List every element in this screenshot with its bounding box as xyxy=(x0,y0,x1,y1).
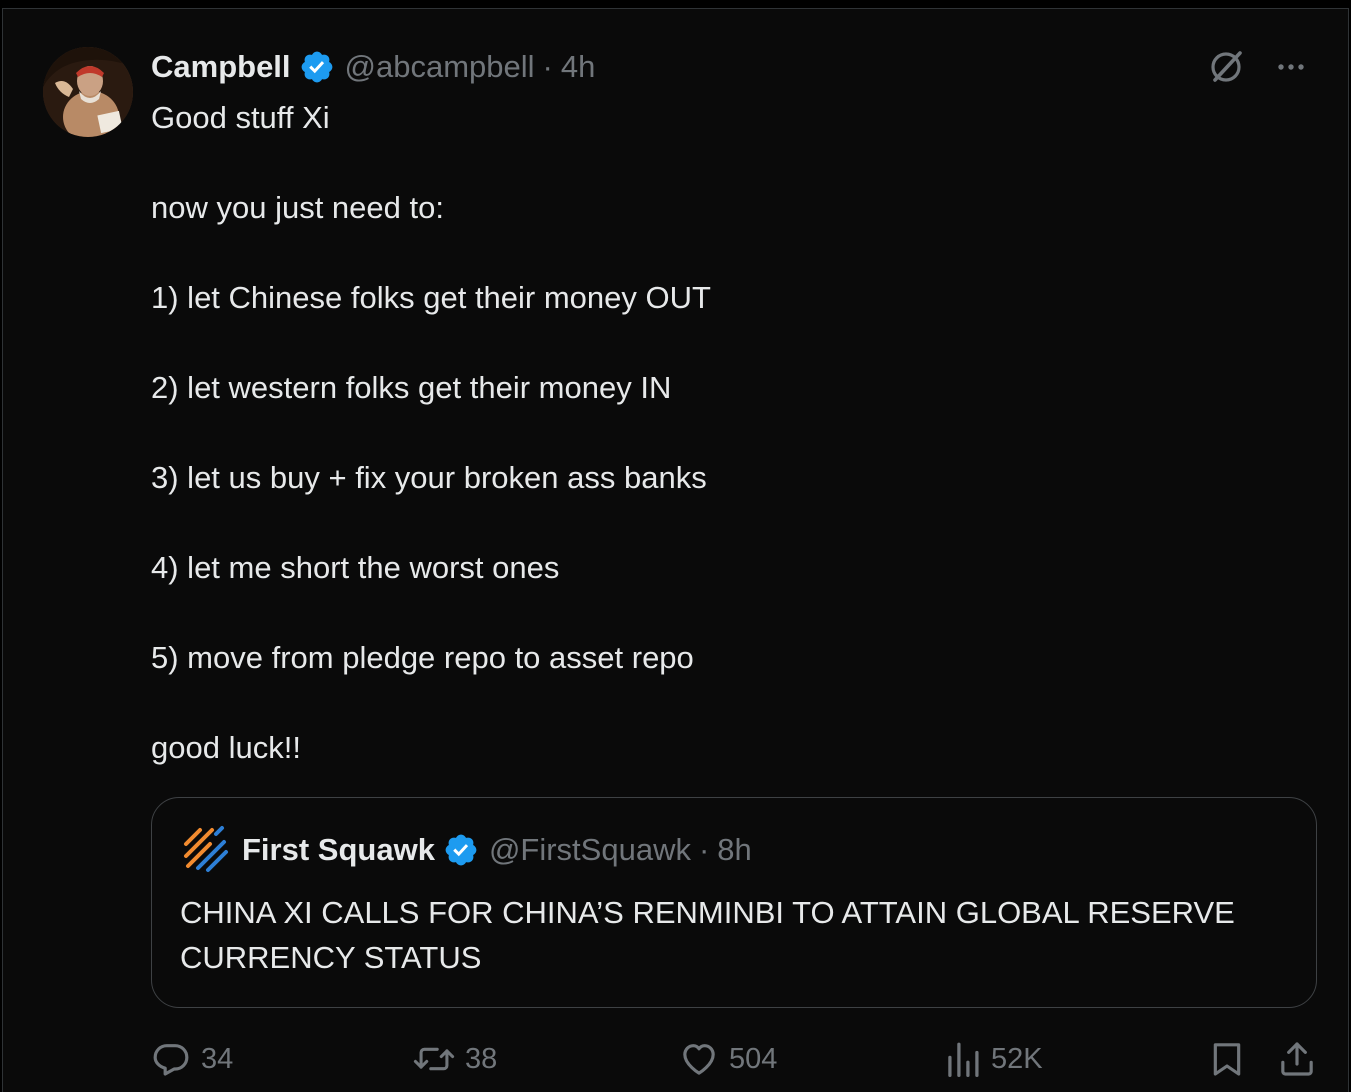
tweet-line: 1) let Chinese folks get their money OUT xyxy=(151,280,711,315)
tweet-header: Campbell @abcampbell · 4h xyxy=(151,47,595,87)
like-button[interactable]: 504 xyxy=(679,1035,777,1083)
tweet-line: now you just need to: xyxy=(151,190,444,225)
quoted-author-name[interactable]: First Squawk xyxy=(242,832,435,868)
reply-button[interactable]: 34 xyxy=(151,1035,233,1083)
separator-dot: · xyxy=(542,49,553,84)
tweet-line: 5) move from pledge repo to asset repo xyxy=(151,640,694,675)
views-button[interactable]: 52K xyxy=(945,1035,1043,1083)
action-bar: 34 38 504 52K xyxy=(151,1035,1317,1083)
tweet-line: 2) let western folks get their money IN xyxy=(151,370,672,405)
tweet-line: good luck!! xyxy=(151,730,301,765)
repost-count: 38 xyxy=(465,1042,498,1075)
views-icon xyxy=(948,1042,979,1077)
share-button[interactable] xyxy=(1277,1035,1317,1083)
avatar-image xyxy=(43,47,133,137)
tweet-text: Good stuff Xi now you just need to: 1) l… xyxy=(151,95,1301,770)
reply-icon xyxy=(153,1044,189,1076)
bookmark-button[interactable] xyxy=(1207,1035,1247,1083)
quoted-author-handle[interactable]: @FirstSquawk xyxy=(489,832,691,868)
repost-button[interactable]: 38 xyxy=(413,1035,497,1083)
verified-badge-icon xyxy=(445,834,477,866)
separator-dot: · xyxy=(698,832,710,867)
like-icon xyxy=(683,1044,715,1075)
tweet-line: 3) let us buy + fix your broken ass bank… xyxy=(151,460,707,495)
views-count: 52K xyxy=(991,1042,1043,1075)
repost-icon xyxy=(413,1047,455,1071)
quoted-tweet-text: CHINA XI CALLS FOR CHINA’S RENMINBI TO A… xyxy=(180,895,1235,975)
tweet-line: 4) let me short the worst ones xyxy=(151,550,560,585)
author-name[interactable]: Campbell xyxy=(151,49,291,85)
quoted-tweet-header: First Squawk @FirstSquawk · 8h xyxy=(180,826,752,872)
quoted-tweet[interactable]: First Squawk @FirstSquawk · 8h CHINA XI … xyxy=(151,797,1317,1008)
tweet-timestamp[interactable]: 4h xyxy=(561,49,595,85)
grok-icon[interactable] xyxy=(1206,47,1246,87)
verified-badge-icon xyxy=(301,51,332,83)
tweet-card[interactable]: Campbell @abcampbell · 4h Good stuff Xi … xyxy=(2,8,1349,1092)
author-handle[interactable]: @abcampbell xyxy=(345,49,535,85)
first-squawk-avatar[interactable] xyxy=(180,824,232,876)
like-count: 504 xyxy=(729,1042,778,1075)
more-icon[interactable] xyxy=(1274,50,1308,84)
top-actions xyxy=(1206,47,1308,87)
bookmark-icon xyxy=(1213,1043,1241,1076)
quoted-timestamp[interactable]: 8h xyxy=(717,832,751,868)
avatar[interactable] xyxy=(43,47,133,137)
reply-count: 34 xyxy=(201,1042,234,1075)
tweet-line: Good stuff Xi xyxy=(151,100,330,135)
share-icon xyxy=(1281,1042,1313,1076)
